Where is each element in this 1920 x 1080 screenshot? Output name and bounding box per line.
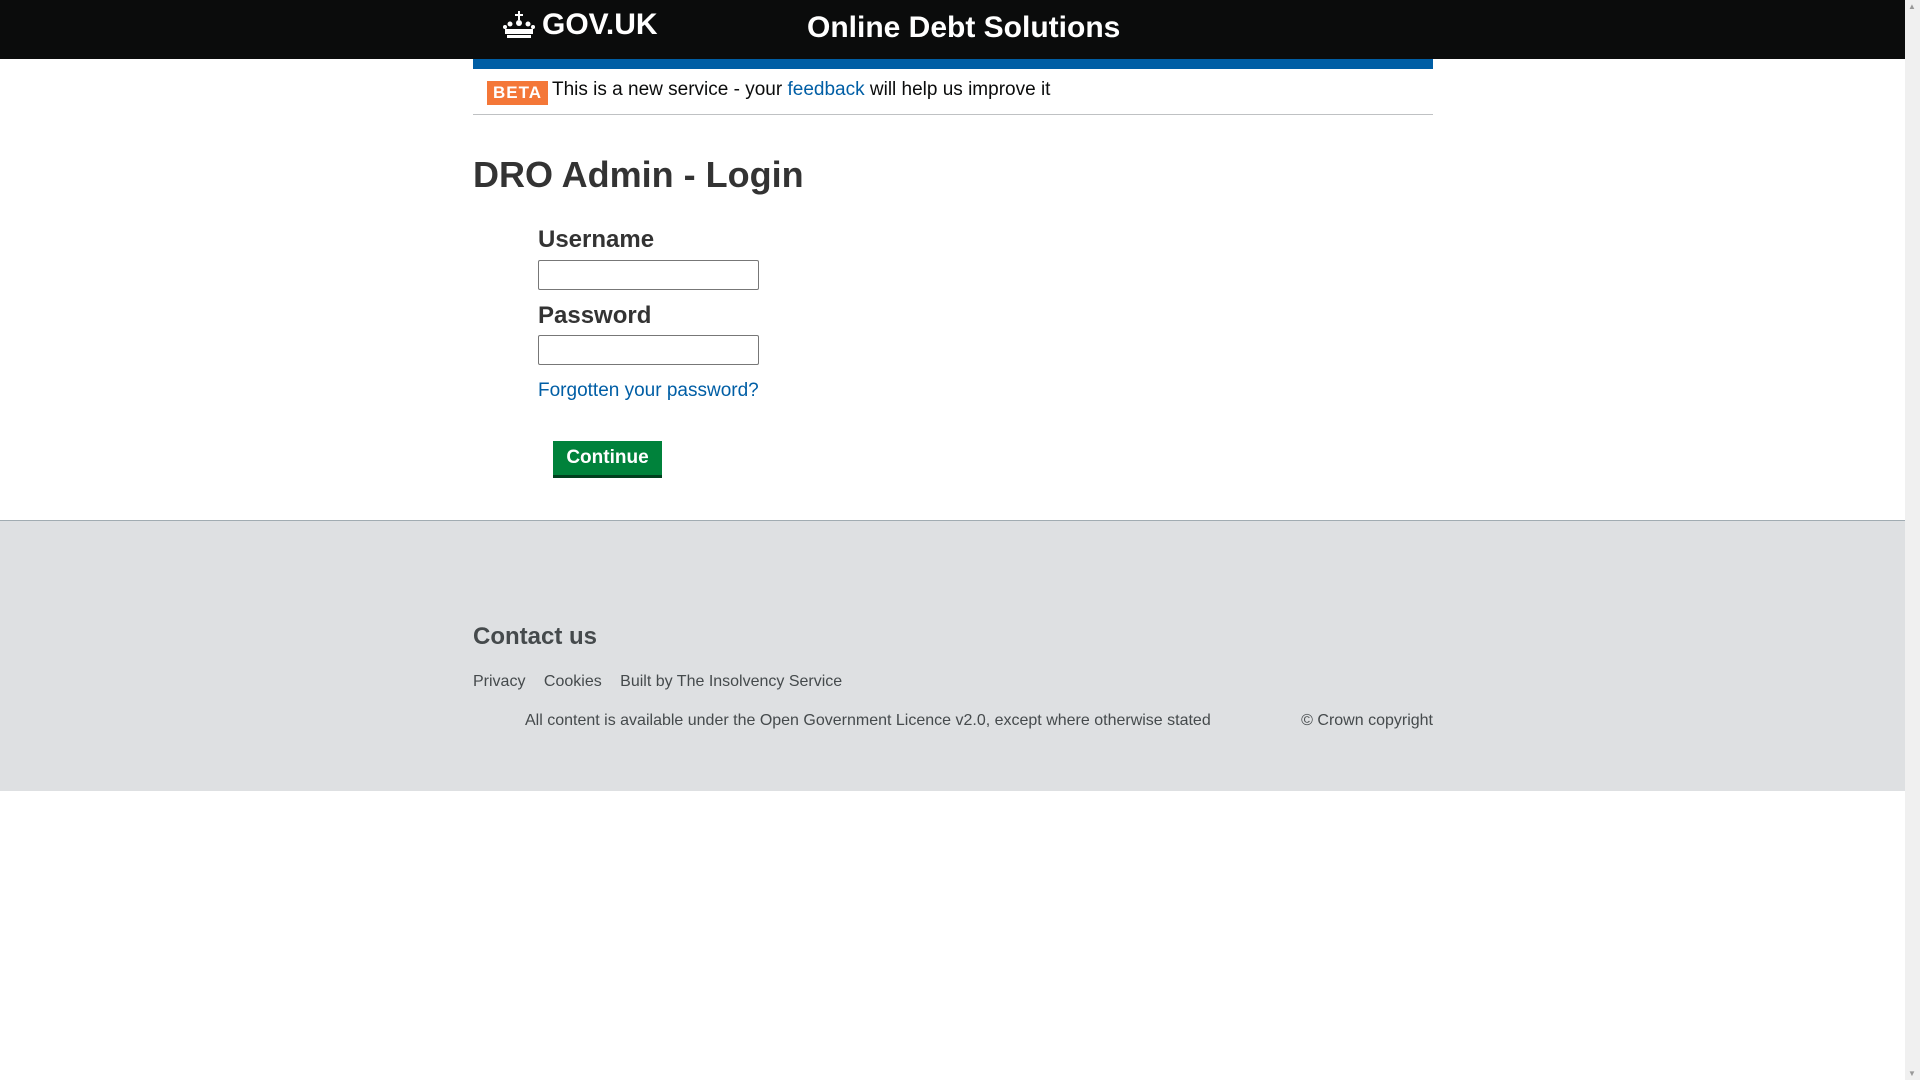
username-input[interactable] bbox=[538, 260, 759, 290]
beta-text-before: This is a new service - your bbox=[552, 79, 783, 100]
crown-copyright[interactable]: © Crown copyright bbox=[1301, 712, 1433, 730]
beta-text: This is a new service - your feedback wi… bbox=[552, 79, 1050, 101]
contact-us-heading: Contact us bbox=[473, 623, 598, 650]
forgot-password-link[interactable]: Forgotten your password? bbox=[538, 380, 759, 402]
scroll-down-icon[interactable]: ▼ bbox=[1908, 1069, 1916, 1078]
cookies-link[interactable]: Cookies bbox=[544, 673, 602, 690]
crown-icon bbox=[503, 11, 535, 38]
privacy-link[interactable]: Privacy bbox=[473, 673, 525, 690]
vertical-scrollbar[interactable]: ▲ ▼ bbox=[1905, 0, 1920, 1080]
beta-text-after: will help us improve it bbox=[869, 79, 1051, 100]
beta-tag: BETA bbox=[487, 81, 549, 105]
scroll-up-icon[interactable]: ▲ bbox=[1908, 2, 1916, 11]
header-blue-bar bbox=[473, 59, 1433, 69]
password-label: Password bbox=[538, 302, 652, 329]
footer: Contact us Privacy Cookies Built by The … bbox=[0, 520, 1905, 791]
feedback-link[interactable]: feedback bbox=[787, 79, 864, 100]
password-input[interactable] bbox=[538, 335, 759, 365]
beta-banner: BETA This is a new service - your feedba… bbox=[473, 69, 1433, 115]
logo-text: GOV.UK bbox=[542, 8, 658, 41]
built-by-link[interactable]: Built by The Insolvency Service bbox=[620, 673, 842, 690]
site-header: GOV.UK Online Debt Solutions bbox=[0, 0, 1905, 59]
footer-links: Privacy Cookies Built by The Insolvency … bbox=[473, 673, 856, 691]
username-label: Username bbox=[538, 226, 655, 253]
service-name-link[interactable]: Online Debt Solutions bbox=[807, 11, 1120, 45]
page-title: DRO Admin - Login bbox=[473, 154, 804, 195]
govuk-logo-link[interactable]: GOV.UK bbox=[502, 8, 658, 42]
licence-text: All content is available under the Open … bbox=[525, 712, 1211, 729]
continue-button[interactable]: Continue bbox=[553, 441, 662, 478]
